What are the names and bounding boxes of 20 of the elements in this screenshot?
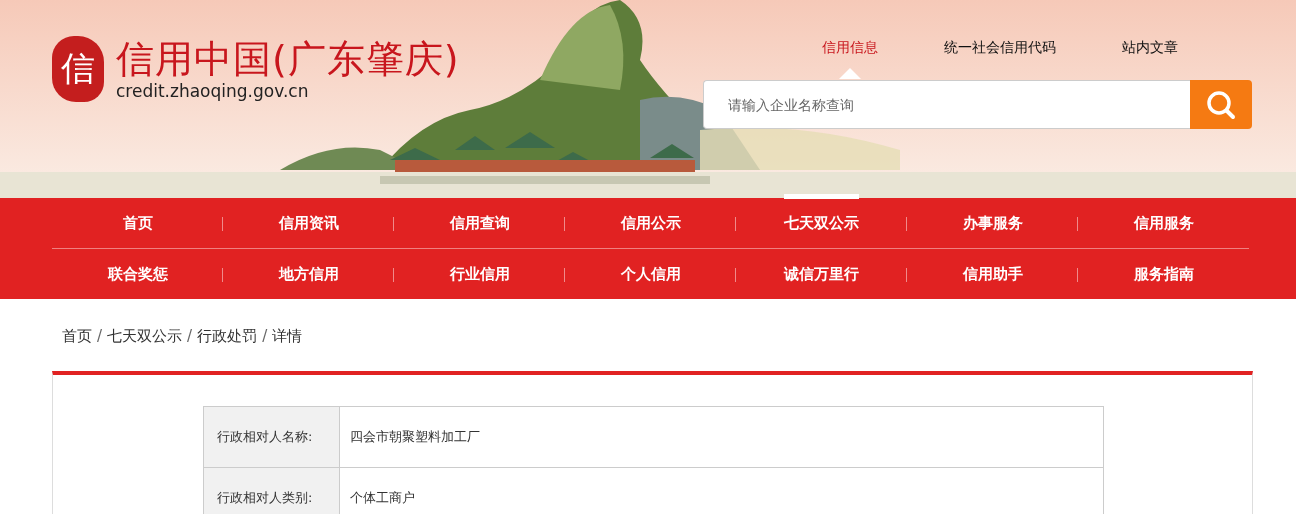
search-tab[interactable]: 统一社会信用代码 [925,36,1075,80]
field-label: 行政相对人类别: [204,468,340,514]
breadcrumb-separator: / [186,327,194,347]
search-field[interactable]: 请输入企业名称查询 [703,80,1190,129]
search-tab[interactable]: 信用信息 [775,36,925,80]
search-button[interactable] [1190,80,1252,129]
field-value: 四会市朝聚塑料加工厂 [349,428,481,446]
search-tab[interactable]: 站内文章 [1075,36,1225,80]
breadcrumb-link[interactable]: 详情 [272,327,303,371]
field-value: 个体工商户 [349,489,416,507]
nav-link[interactable]: 七天双公示 [784,193,859,248]
site-domain: credit.zhaoqing.gov.cn [116,81,310,101]
search-icon [1206,89,1236,120]
breadcrumb-separator: / [261,327,269,347]
breadcrumb-link[interactable]: 七天双公示 [107,327,183,371]
breadcrumb-link[interactable]: 行政处罚 [197,327,258,371]
site-title: 信用中国(广东肇庆) [116,37,460,81]
field-label: 行政相对人名称: [204,407,340,467]
breadcrumb-separator: / [96,327,104,347]
breadcrumb-link[interactable]: 首页 [62,327,92,371]
